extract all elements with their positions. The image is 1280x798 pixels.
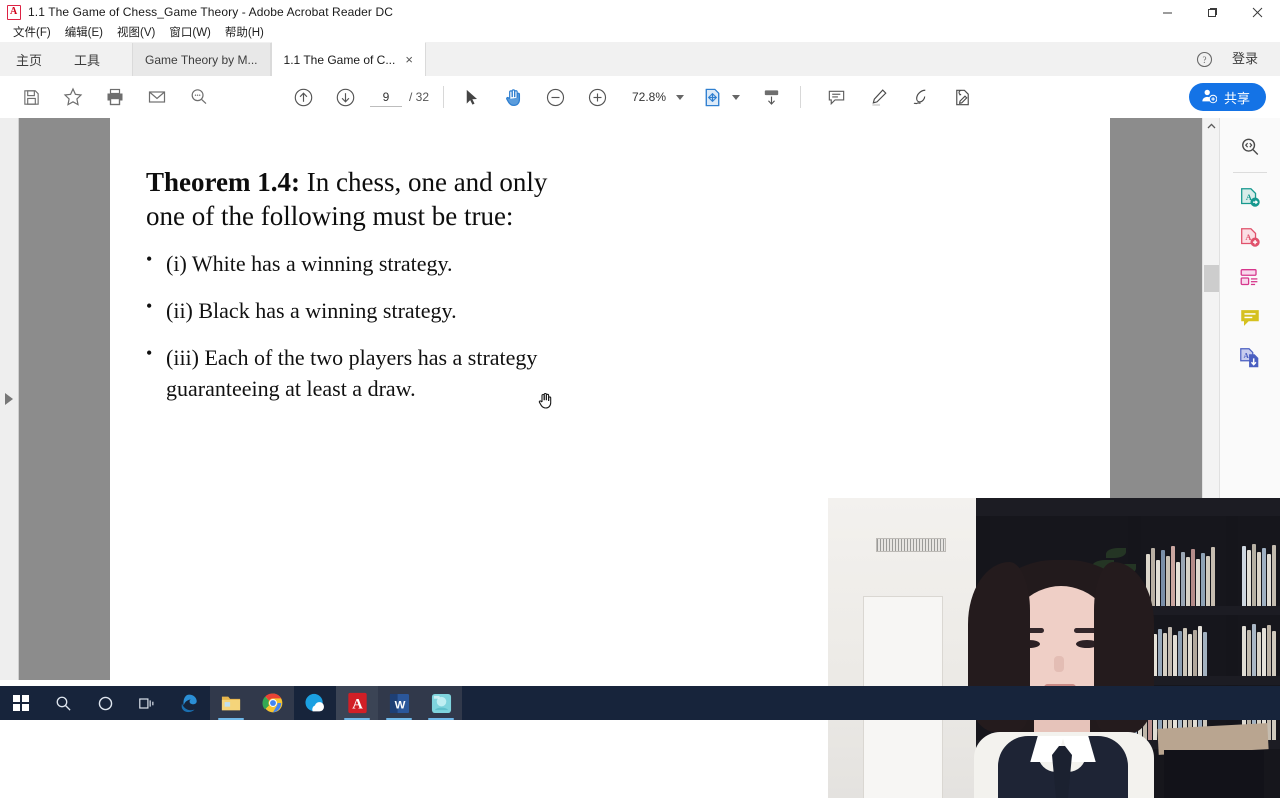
share-button[interactable]: 共享 <box>1188 83 1266 111</box>
acrobat-reader-window: A 1.1 The Game of Chess_Game Theory - Ad… <box>0 0 1280 798</box>
theorem-paragraph: Theorem 1.4: In chess, one and only one … <box>146 166 576 234</box>
add-person-icon <box>1201 88 1218 107</box>
question-circle-icon[interactable]: ? <box>1190 42 1220 76</box>
comment-icon[interactable] <box>815 76 857 118</box>
pdf-icon: A <box>7 4 21 20</box>
save-file-icon[interactable] <box>10 76 52 118</box>
page-number-input[interactable] <box>370 87 402 107</box>
sign-document-icon[interactable] <box>941 76 983 118</box>
zoom-control <box>626 88 685 106</box>
window-title: 1.1 The Game of Chess_Game Theory - Adob… <box>28 5 393 19</box>
search-taskbar[interactable] <box>42 686 84 720</box>
menu-help[interactable]: 帮助(H) <box>218 24 271 42</box>
page-navigation: / 32 <box>370 87 430 107</box>
tab-strip: 主页 工具 Game Theory by M... 1.1 The Game o… <box>0 42 1280 77</box>
list-item: (iii) Each of the two players has a stra… <box>146 341 576 404</box>
document-tab-label: Game Theory by M... <box>145 52 258 67</box>
list-item: (i) White has a winning strategy. <box>146 246 576 279</box>
acrobat-taskbar-icon[interactable]: A <box>336 686 378 720</box>
create-pdf-icon[interactable]: A <box>1228 219 1272 257</box>
rail-divider <box>1233 172 1267 173</box>
triangle-right-icon[interactable] <box>5 393 13 405</box>
export-pdf-icon[interactable]: A <box>1228 179 1272 217</box>
main-toolbar: / 32 <box>0 76 1280 119</box>
search-document-icon[interactable] <box>1228 128 1272 166</box>
arrow-down-circle-icon[interactable] <box>324 76 366 118</box>
maximize-button[interactable] <box>1190 0 1235 24</box>
combine-files-icon[interactable]: A <box>1228 339 1272 377</box>
wall-vent <box>876 538 946 552</box>
print-icon[interactable] <box>94 76 136 118</box>
svg-text:W: W <box>394 699 405 711</box>
highlighter-icon[interactable] <box>857 76 899 118</box>
chevron-down-icon[interactable] <box>732 94 741 100</box>
qq-browser-taskbar-icon[interactable] <box>294 686 336 720</box>
arrow-up-circle-icon[interactable] <box>282 76 324 118</box>
title-bar: A 1.1 The Game of Chess_Game Theory - Ad… <box>0 0 1280 24</box>
scroll-up-button[interactable] <box>1203 118 1220 135</box>
close-button[interactable] <box>1235 0 1280 24</box>
share-button-label: 共享 <box>1223 90 1250 106</box>
chevron-down-icon[interactable] <box>676 94 685 100</box>
menu-bar: 文件(F) 编辑(E) 视图(V) 窗口(W) 帮助(H) <box>0 24 1280 42</box>
edit-pdf-icon[interactable] <box>1228 259 1272 297</box>
document-tab-chess[interactable]: 1.1 The Game of C... × <box>270 42 426 76</box>
windows-taskbar: A W <box>0 686 1280 720</box>
zoom-level-input[interactable] <box>626 88 673 106</box>
menu-edit[interactable]: 编辑(E) <box>58 24 110 42</box>
home-tab[interactable]: 主页 <box>0 42 58 76</box>
tools-tab[interactable]: 工具 <box>58 42 116 76</box>
svg-text:?: ? <box>1203 55 1207 65</box>
tabstrip-right: ? 登录 <box>1190 42 1280 76</box>
webcam-overlay <box>828 498 1280 798</box>
theorem-label: Theorem 1.4: <box>146 167 300 197</box>
fit-page-icon[interactable] <box>698 76 726 118</box>
document-viewer: Theorem 1.4: In chess, one and only one … <box>0 118 1280 798</box>
star-icon[interactable] <box>52 76 94 118</box>
word-taskbar-icon[interactable]: W <box>378 686 420 720</box>
pdf-page-content: Theorem 1.4: In chess, one and only one … <box>110 118 576 404</box>
cortana-button[interactable] <box>84 686 126 720</box>
pen-draw-icon[interactable] <box>899 76 941 118</box>
page-scroll-icon[interactable] <box>750 76 792 118</box>
cursor-arrow-icon[interactable] <box>450 76 492 118</box>
svg-text:A: A <box>352 697 363 713</box>
search-icon[interactable] <box>178 76 220 118</box>
menu-file[interactable]: 文件(F) <box>6 24 58 42</box>
window-controls <box>1145 0 1280 24</box>
left-navigation-panel[interactable] <box>0 118 19 680</box>
camtasia-taskbar-icon[interactable] <box>420 686 462 720</box>
hand-icon[interactable] <box>492 76 534 118</box>
email-icon[interactable] <box>136 76 178 118</box>
document-tab-game-theory[interactable]: Game Theory by M... <box>132 43 271 76</box>
comment-tool-icon[interactable] <box>1228 299 1272 337</box>
edge-taskbar-icon[interactable] <box>168 686 210 720</box>
menu-window[interactable]: 窗口(W) <box>162 24 218 42</box>
scrollbar-thumb[interactable] <box>1204 265 1219 292</box>
menu-view[interactable]: 视图(V) <box>110 24 162 42</box>
toolbar-separator <box>443 86 445 108</box>
toolbar-separator <box>800 86 802 108</box>
start-button[interactable] <box>0 686 42 720</box>
task-view-button[interactable] <box>126 686 168 720</box>
list-item: (ii) Black has a winning strategy. <box>146 294 576 326</box>
svg-text:A: A <box>1245 233 1251 242</box>
document-tab-label: 1.1 The Game of C... <box>283 52 396 67</box>
minus-circle-icon[interactable] <box>534 76 576 118</box>
person <box>946 560 1176 798</box>
page-total-label: / 32 <box>409 90 430 104</box>
svg-text:A: A <box>1244 351 1250 360</box>
theorem-bullet-list: (i) White has a winning strategy. (ii) B… <box>146 246 576 405</box>
minimize-button[interactable] <box>1145 0 1190 24</box>
chrome-taskbar-icon[interactable] <box>252 686 294 720</box>
plus-circle-icon[interactable] <box>576 76 618 118</box>
sign-in-button[interactable]: 登录 <box>1220 42 1270 76</box>
file-explorer-taskbar-icon[interactable] <box>210 686 252 720</box>
close-icon[interactable]: × <box>405 53 413 66</box>
windows-logo-icon <box>13 695 29 711</box>
hand-cursor-icon <box>536 390 556 412</box>
